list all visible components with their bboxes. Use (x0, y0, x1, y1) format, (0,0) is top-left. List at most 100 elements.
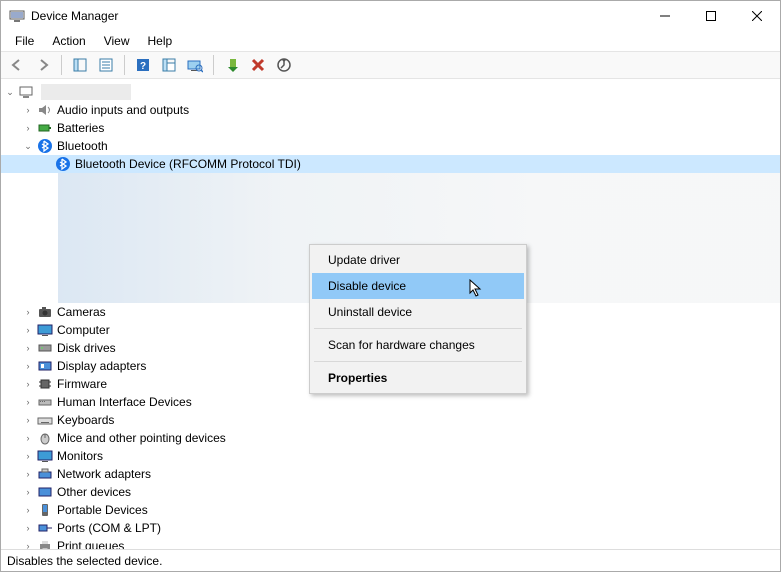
battery-icon (37, 120, 53, 136)
separator (314, 328, 522, 329)
tree-label: Other devices (57, 485, 131, 499)
tree-label: Human Interface Devices (57, 395, 192, 409)
device-manager-window: Device Manager File Action View Help ? ⌄ (0, 0, 781, 572)
close-button[interactable] (734, 1, 780, 31)
content-area: ⌄ › Audio inputs and outputs › Batteries… (1, 79, 780, 549)
disk-icon (37, 340, 53, 356)
camera-icon (37, 304, 53, 320)
expand-icon[interactable]: › (21, 395, 35, 409)
expand-icon[interactable]: › (21, 521, 35, 535)
context-menu: Update driver Disable device Uninstall d… (309, 244, 527, 394)
menubar: File Action View Help (1, 31, 780, 51)
tree-label: Ports (COM & LPT) (57, 521, 161, 535)
menu-action[interactable]: Action (44, 33, 93, 49)
redacted-computer-name (41, 84, 131, 100)
expand-icon[interactable]: › (21, 323, 35, 337)
tree-label: Bluetooth Device (RFCOMM Protocol TDI) (75, 157, 301, 171)
keyboard-icon (37, 412, 53, 428)
expand-icon[interactable]: › (21, 377, 35, 391)
context-scan-hardware[interactable]: Scan for hardware changes (312, 332, 524, 358)
forward-button[interactable] (31, 53, 55, 77)
tree-label: Portable Devices (57, 503, 148, 517)
hid-icon (37, 394, 53, 410)
menu-view[interactable]: View (96, 33, 138, 49)
chip-icon (37, 376, 53, 392)
expand-icon[interactable]: › (21, 359, 35, 373)
app-icon (9, 8, 25, 24)
tree-item-batteries[interactable]: › Batteries (1, 119, 780, 137)
expand-icon[interactable]: › (21, 431, 35, 445)
tree-item-audio[interactable]: › Audio inputs and outputs (1, 101, 780, 119)
uninstall-device-button[interactable] (246, 53, 270, 77)
tree-label: Monitors (57, 449, 103, 463)
context-uninstall-device[interactable]: Uninstall device (312, 299, 524, 325)
show-hide-tree-button[interactable] (68, 53, 92, 77)
computer-icon (19, 84, 35, 100)
toolbar: ? (1, 51, 780, 79)
mouse-icon (37, 430, 53, 446)
expand-icon[interactable]: › (21, 341, 35, 355)
tree-label: Print queues (57, 539, 124, 549)
tree-label: Firmware (57, 377, 107, 391)
bluetooth-icon (37, 138, 53, 154)
tree-label: Computer (57, 323, 110, 337)
expand-icon[interactable]: › (21, 305, 35, 319)
tree-label: Audio inputs and outputs (57, 103, 189, 117)
tree-item-ports[interactable]: › Ports (COM & LPT) (1, 519, 780, 537)
collapse-icon[interactable]: ⌄ (21, 139, 35, 153)
tree-label: Bluetooth (57, 139, 108, 153)
toggle-console-button[interactable] (157, 53, 181, 77)
expand-icon[interactable]: › (21, 503, 35, 517)
svg-text:?: ? (140, 61, 146, 72)
expand-icon[interactable]: › (21, 103, 35, 117)
gpu-icon (37, 358, 53, 374)
monitor-icon (37, 448, 53, 464)
other-icon (37, 484, 53, 500)
tree-item-network[interactable]: › Network adapters (1, 465, 780, 483)
tree-label: Keyboards (57, 413, 114, 427)
context-properties[interactable]: Properties (312, 365, 524, 391)
scan-hardware-button[interactable] (183, 53, 207, 77)
minimize-button[interactable] (642, 1, 688, 31)
tree-root[interactable]: ⌄ (1, 83, 780, 101)
tree-item-print-queues[interactable]: › Print queues (1, 537, 780, 549)
bluetooth-icon (55, 156, 71, 172)
expand-icon[interactable]: › (21, 449, 35, 463)
tree-item-portable[interactable]: › Portable Devices (1, 501, 780, 519)
status-bar: Disables the selected device. (1, 549, 780, 571)
context-disable-device[interactable]: Disable device (312, 273, 524, 299)
expand-icon[interactable]: › (21, 539, 35, 549)
network-icon (37, 466, 53, 482)
properties-button[interactable] (94, 53, 118, 77)
collapse-icon[interactable]: ⌄ (3, 85, 17, 99)
tree-item-other[interactable]: › Other devices (1, 483, 780, 501)
tree-item-keyboards[interactable]: › Keyboards (1, 411, 780, 429)
status-text: Disables the selected device. (7, 554, 162, 568)
tree-item-bluetooth[interactable]: ⌄ Bluetooth (1, 137, 780, 155)
menu-file[interactable]: File (7, 33, 42, 49)
tree-label: Cameras (57, 305, 106, 319)
back-button[interactable] (5, 53, 29, 77)
tree-item-bluetooth-rfcomm[interactable]: Bluetooth Device (RFCOMM Protocol TDI) (1, 155, 780, 173)
update-driver-button[interactable] (272, 53, 296, 77)
tree-label: Display adapters (57, 359, 146, 373)
maximize-button[interactable] (688, 1, 734, 31)
enable-device-button[interactable] (220, 53, 244, 77)
help-button[interactable]: ? (131, 53, 155, 77)
expand-icon[interactable]: › (21, 121, 35, 135)
speaker-icon (37, 102, 53, 118)
expand-icon[interactable]: › (21, 485, 35, 499)
monitor-icon (37, 322, 53, 338)
printer-icon (37, 538, 53, 549)
separator (314, 361, 522, 362)
expand-icon[interactable]: › (21, 467, 35, 481)
tree-label: Mice and other pointing devices (57, 431, 226, 445)
tree-label: Disk drives (57, 341, 116, 355)
window-title: Device Manager (31, 9, 118, 23)
tree-item-monitors[interactable]: › Monitors (1, 447, 780, 465)
menu-help[interactable]: Help (140, 33, 181, 49)
tree-item-mice[interactable]: › Mice and other pointing devices (1, 429, 780, 447)
expand-icon[interactable]: › (21, 413, 35, 427)
tree-item-hid[interactable]: › Human Interface Devices (1, 393, 780, 411)
context-update-driver[interactable]: Update driver (312, 247, 524, 273)
